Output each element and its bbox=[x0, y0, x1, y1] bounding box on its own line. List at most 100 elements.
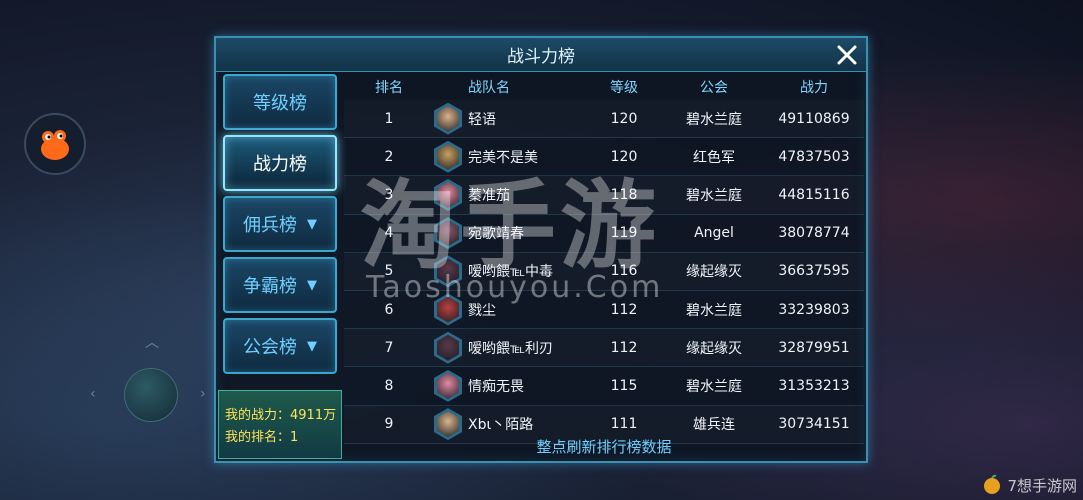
apple-logo-icon bbox=[984, 474, 1001, 494]
team-name: 宛歌靖春 bbox=[468, 226, 524, 243]
table-row[interactable]: 2 完美不是美 120 红色军 47837503 bbox=[344, 138, 864, 177]
level-cell: 112 bbox=[610, 301, 638, 318]
tab-label: 战力榜 bbox=[253, 154, 307, 175]
tab-label: 争霸榜 bbox=[243, 276, 297, 297]
tab-hegemony-rank[interactable]: 争霸榜 ▼ bbox=[223, 257, 337, 313]
close-icon bbox=[837, 45, 857, 65]
team-name: 蓁准茄 bbox=[468, 187, 510, 204]
guild-cell: 碧水兰庭 bbox=[686, 302, 742, 319]
leaderboard-panel: 战斗力榜 等级榜 战力榜 佣兵榜 ▼ 争霸榜 ▼ 公会榜 ▼ 我的战力：4911… bbox=[214, 36, 868, 463]
avatar[interactable] bbox=[434, 140, 462, 173]
avatar-portrait bbox=[437, 258, 459, 285]
rank-cell: 5 bbox=[384, 263, 394, 280]
header-guild: 公会 bbox=[700, 80, 728, 96]
guild-cell: 缘起缘灭 bbox=[686, 264, 742, 281]
corner-logo: 7想手游网 bbox=[981, 474, 1077, 496]
dropdown-triangle-icon: ▼ bbox=[307, 338, 317, 354]
avatar[interactable] bbox=[434, 369, 462, 402]
table-header: 排名 战队名 等级 公会 战力 bbox=[344, 74, 864, 100]
level-cell: 116 bbox=[610, 263, 638, 280]
level-cell: 119 bbox=[610, 225, 638, 242]
close-button[interactable] bbox=[832, 40, 862, 70]
tab-power-rank[interactable]: 战力榜 bbox=[223, 135, 337, 191]
guild-cell: 红色军 bbox=[693, 149, 735, 166]
avatar-portrait bbox=[437, 143, 459, 170]
panel-title: 战斗力榜 bbox=[507, 47, 575, 67]
level-cell: 120 bbox=[610, 148, 638, 165]
name-cell: 轻语 bbox=[434, 102, 584, 135]
tab-label: 公会榜 bbox=[243, 337, 297, 358]
power-cell: 31353213 bbox=[778, 377, 850, 394]
avatar[interactable] bbox=[434, 331, 462, 364]
joystick-right-arrow-icon: › bbox=[200, 386, 206, 402]
avatar[interactable] bbox=[434, 102, 462, 135]
power-cell: 36637595 bbox=[778, 263, 850, 280]
avatar[interactable] bbox=[434, 255, 462, 288]
header-name: 战队名 bbox=[468, 80, 510, 96]
power-cell: 47837503 bbox=[778, 148, 850, 165]
team-name: Xbι丶陌路 bbox=[468, 417, 534, 434]
joystick-left-arrow-icon: ‹ bbox=[90, 386, 96, 402]
team-name: 戮尘 bbox=[468, 302, 496, 319]
team-name: 轻语 bbox=[468, 111, 496, 128]
avatar[interactable] bbox=[434, 217, 462, 250]
virtual-joystick[interactable]: ︿ ‹ › bbox=[90, 335, 210, 454]
avatar-portrait bbox=[437, 181, 459, 208]
table-row[interactable]: 5 嗳哟餵℡中毒 116 缘起缘灭 36637595 bbox=[344, 253, 864, 291]
rank-cell: 8 bbox=[384, 377, 394, 394]
dropdown-triangle-icon: ▼ bbox=[307, 277, 317, 293]
table-row[interactable]: 6 戮尘 112 碧水兰庭 33239803 bbox=[344, 291, 864, 330]
guild-cell: 缘起缘灭 bbox=[686, 340, 742, 357]
avatar[interactable] bbox=[434, 293, 462, 326]
tab-label: 等级榜 bbox=[253, 93, 307, 114]
power-cell: 32879951 bbox=[778, 339, 850, 356]
power-cell: 49110869 bbox=[778, 110, 850, 127]
table-row[interactable]: 3 蓁准茄 118 碧水兰庭 44815116 bbox=[344, 176, 864, 215]
avatar-portrait bbox=[437, 334, 459, 361]
dropdown-triangle-icon: ▼ bbox=[307, 216, 317, 232]
avatar[interactable] bbox=[434, 178, 462, 211]
level-cell: 112 bbox=[610, 339, 638, 356]
corner-logo-text: 7想手游网 bbox=[1007, 476, 1077, 495]
rank-cell: 7 bbox=[384, 339, 394, 356]
power-cell: 33239803 bbox=[778, 301, 850, 318]
rank-cell: 2 bbox=[384, 148, 394, 165]
tab-mercenary-rank[interactable]: 佣兵榜 ▼ bbox=[223, 196, 337, 252]
power-cell: 38078774 bbox=[778, 225, 850, 242]
my-power: 我的战力：4911万 bbox=[225, 408, 337, 423]
level-cell: 111 bbox=[610, 416, 638, 433]
name-cell: 情痴无畏 bbox=[434, 369, 584, 402]
tab-label: 佣兵榜 bbox=[243, 215, 297, 236]
guild-cell: 碧水兰庭 bbox=[686, 187, 742, 204]
table-row[interactable]: 4 宛歌靖春 119 Angel 38078774 bbox=[344, 215, 864, 253]
guild-cell: 碧水兰庭 bbox=[686, 378, 742, 395]
team-name: 嗳哟餵℡利刃 bbox=[468, 340, 554, 357]
my-rank: 我的排名：1 bbox=[225, 430, 299, 445]
guild-cell: Angel bbox=[694, 225, 734, 242]
guild-cell: 碧水兰庭 bbox=[686, 111, 742, 128]
avatar-portrait bbox=[437, 296, 459, 323]
name-cell: 戮尘 bbox=[434, 293, 584, 326]
avatar-portrait bbox=[437, 372, 459, 399]
joystick-up-arrow-icon: ︿ bbox=[145, 335, 159, 351]
header-rank: 排名 bbox=[375, 80, 403, 96]
team-name: 完美不是美 bbox=[468, 149, 538, 166]
panel-header: 战斗力榜 bbox=[216, 38, 866, 72]
table-row[interactable]: 7 嗳哟餵℡利刃 112 缘起缘灭 32879951 bbox=[344, 329, 864, 368]
header-power: 战力 bbox=[800, 80, 828, 96]
table-row[interactable]: 8 情痴无畏 115 碧水兰庭 31353213 bbox=[344, 367, 864, 406]
power-cell: 44815116 bbox=[778, 186, 850, 203]
table-body: 1 轻语 120 碧水兰庭 49110869 2 完美不是美 120 红色军 47837503 3 蓁… bbox=[344, 100, 864, 444]
table-row[interactable]: 1 轻语 120 碧水兰庭 49110869 bbox=[344, 100, 864, 139]
mascot-menu-button[interactable] bbox=[24, 113, 86, 175]
level-cell: 118 bbox=[610, 186, 638, 203]
rank-cell: 9 bbox=[384, 416, 394, 433]
joystick-knob[interactable] bbox=[124, 368, 178, 422]
tab-level-rank[interactable]: 等级榜 bbox=[223, 74, 337, 130]
power-cell: 30734151 bbox=[778, 416, 850, 433]
mascot-icon bbox=[41, 130, 69, 160]
name-cell: 嗳哟餵℡利刃 bbox=[434, 331, 584, 364]
guild-cell: 雄兵连 bbox=[693, 417, 735, 434]
rank-cell: 6 bbox=[384, 301, 394, 318]
tab-guild-rank[interactable]: 公会榜 ▼ bbox=[223, 318, 337, 374]
